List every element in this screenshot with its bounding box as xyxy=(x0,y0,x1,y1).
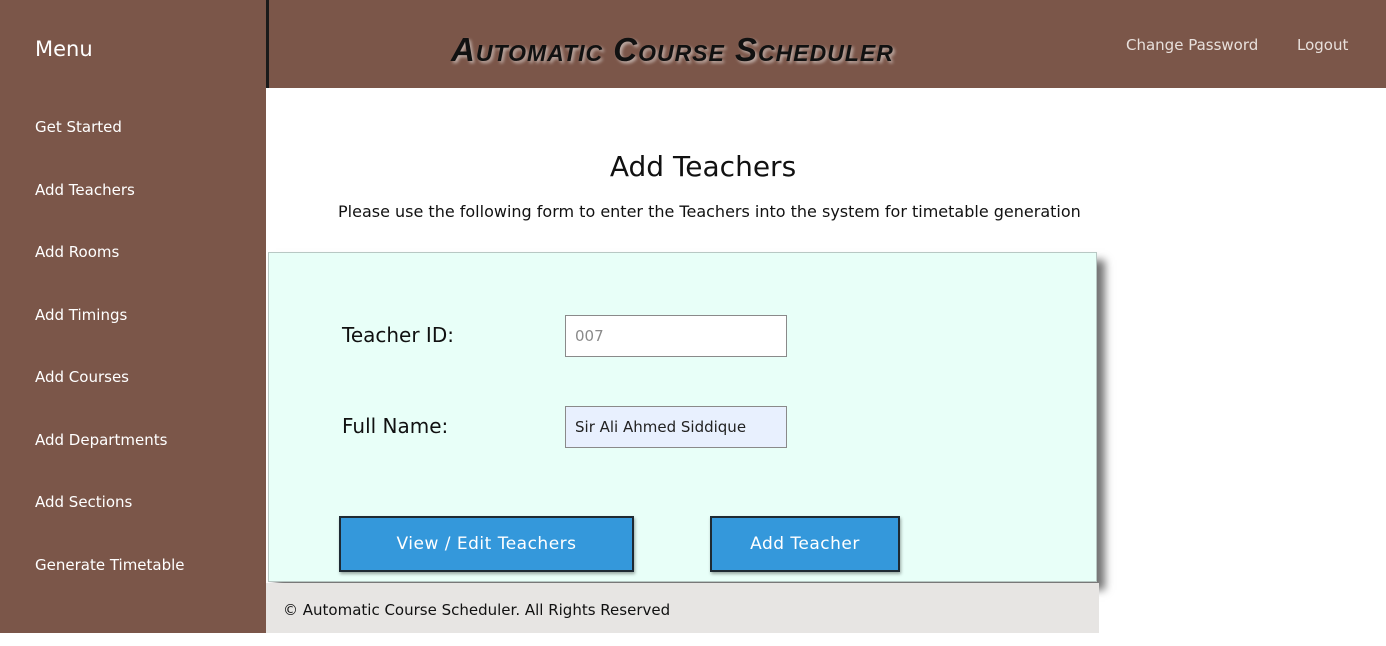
page-description: Please use the following form to enter t… xyxy=(338,202,1081,221)
full-name-input[interactable] xyxy=(565,406,787,448)
sidebar-item-generate-timetable[interactable]: Generate Timetable xyxy=(35,556,185,574)
sidebar-item-add-timings[interactable]: Add Timings xyxy=(35,306,127,324)
full-name-label: Full Name: xyxy=(342,414,449,438)
change-password-link[interactable]: Change Password xyxy=(1126,36,1258,54)
teacher-id-label: Teacher ID: xyxy=(342,323,454,347)
header-bar: Automatic Course Scheduler Change Passwo… xyxy=(266,0,1386,88)
sidebar-title: Menu xyxy=(35,37,93,61)
sidebar: Menu Get Started Add Teachers Add Rooms … xyxy=(0,0,266,633)
logout-link[interactable]: Logout xyxy=(1297,36,1348,54)
view-edit-teachers-button[interactable]: View / Edit Teachers xyxy=(339,516,634,572)
footer: © Automatic Course Scheduler. All Rights… xyxy=(266,583,1099,633)
sidebar-item-add-courses[interactable]: Add Courses xyxy=(35,368,129,386)
sidebar-item-add-rooms[interactable]: Add Rooms xyxy=(35,243,119,261)
teacher-id-input[interactable] xyxy=(565,315,787,357)
app-page: Menu Get Started Add Teachers Add Rooms … xyxy=(0,0,1386,646)
sidebar-item-add-teachers[interactable]: Add Teachers xyxy=(35,181,135,199)
add-teacher-form: Teacher ID: Full Name: View / Edit Teach… xyxy=(268,252,1097,582)
app-title: Automatic Course Scheduler xyxy=(451,31,894,68)
copyright-text: © Automatic Course Scheduler. All Rights… xyxy=(283,601,671,619)
sidebar-item-add-sections[interactable]: Add Sections xyxy=(35,493,132,511)
sidebar-item-add-departments[interactable]: Add Departments xyxy=(35,431,167,449)
page-title: Add Teachers xyxy=(609,150,797,183)
add-teacher-button[interactable]: Add Teacher xyxy=(710,516,900,572)
sidebar-item-get-started[interactable]: Get Started xyxy=(35,118,122,136)
